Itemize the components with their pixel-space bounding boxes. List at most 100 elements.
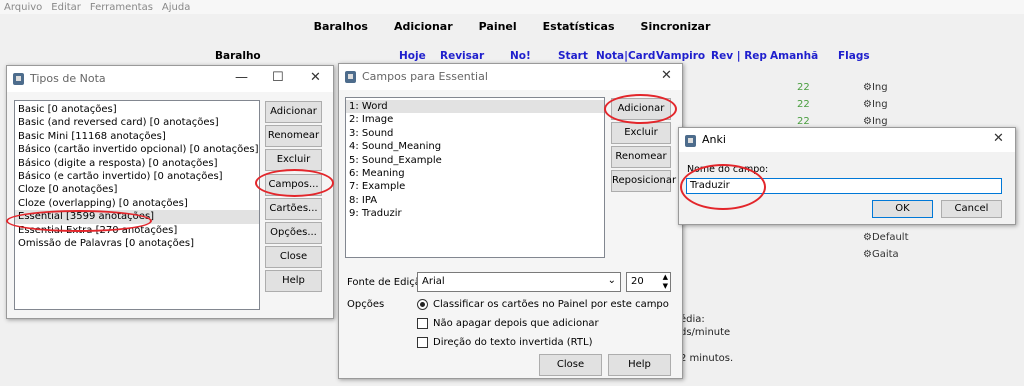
anki-titlebar: Anki ✕ [679,128,1015,152]
anki-icon [13,73,24,85]
list-item[interactable]: Essential Extra [270 anotações] [15,224,259,237]
rename-note-type-button[interactable]: Renomear [265,125,322,147]
cancel-button[interactable]: Cancel [941,200,1002,218]
note-types-window: Tipos de Nota — ☐ ✕ Basic [0 anotações] … [6,65,334,319]
cards-button[interactable]: Cartões... [265,198,322,220]
deck-flag[interactable]: ⚙Ing [863,116,888,127]
gear-icon: ⚙ [863,249,872,260]
list-item[interactable]: Básico (digite a resposta) [0 anotações] [15,157,259,170]
fields-button[interactable]: Campos... [265,174,322,196]
fields-list[interactable]: 1: Word 2: Image 3: Sound 4: Sound_Meani… [345,97,605,258]
note-types-list[interactable]: Basic [0 anotações] Basic (and reversed … [14,100,260,310]
field-name-value: Traduzir [690,180,730,191]
ok-button[interactable]: OK [872,200,933,218]
list-item[interactable]: Básico (cartão invertido opcional) [0 an… [15,143,259,156]
list-item[interactable]: Cloze (overlapping) [0 anotações] [15,197,259,210]
rename-field-button[interactable]: Renomear [611,146,671,168]
add-note-type-button[interactable]: Adicionar [265,101,322,123]
deck-tomorrow-value: 22 [797,82,810,93]
chevron-down-icon: ⌄ [607,275,616,286]
stats-text: ds/minute [680,327,731,338]
gear-icon: ⚙ [863,99,872,110]
close-icon[interactable]: ✕ [661,68,672,83]
deck-header-flags: Flags [838,50,870,62]
deck-header-tomorrow: Amanhã [770,50,819,62]
anki-icon [345,71,356,83]
list-item[interactable]: 4: Sound_Meaning [346,140,604,153]
fields-title: Campos para Essential [362,70,488,83]
list-item[interactable]: 3: Sound [346,127,604,140]
close-button[interactable]: Close [539,354,602,376]
maximize-icon[interactable]: ☐ [272,70,284,85]
list-item[interactable]: 5: Sound_Example [346,154,604,167]
deck-header-review: Revisar [440,50,485,62]
font-size-value: 20 [631,276,644,287]
menu-bar: Arquivo Editar Ferramentas Ajuda [0,0,1024,14]
list-item[interactable]: Básico (e cartão invertido) [0 anotações… [15,170,259,183]
add-field-button[interactable]: Adicionar [611,98,671,120]
field-name-input[interactable]: Traduzir [686,178,1002,194]
deck-flag[interactable]: ⚙Default [863,232,909,243]
menu-ferramentas[interactable]: Ferramentas [86,1,158,14]
font-label: Fonte de Edição [347,277,427,288]
font-size-stepper[interactable]: 20 ▲ ▼ [626,272,671,292]
deck-header-leech: Vampiro [656,50,706,62]
font-select[interactable]: Arial ⌄ [417,272,621,292]
help-button[interactable]: Help [608,354,671,376]
spin-arrows-icon[interactable]: ▲ ▼ [663,273,668,291]
reposition-field-button[interactable]: Reposicionar [611,170,676,192]
stats-text: édia: [680,314,705,325]
stats-text: 2 minutos. [680,353,734,364]
toolbar-sync[interactable]: Sincronizar [641,20,711,33]
rtl-checkbox[interactable] [417,337,428,348]
deck-flag[interactable]: ⚙Ing [863,99,888,110]
fields-titlebar: Campos para Essential ✕ [339,64,682,90]
toolbar-stats[interactable]: Estatísticas [543,20,615,33]
toolbar-decks[interactable]: Baralhos [314,20,368,33]
anki-dialog: Anki ✕ Nome do campo: Traduzir OK Cancel [678,127,1016,225]
list-item[interactable]: 8: IPA [346,194,604,207]
close-button[interactable]: Close [265,246,322,268]
remember-last-checkbox[interactable] [417,318,428,329]
toolbar-browse[interactable]: Painel [479,20,517,33]
gear-icon: ⚙ [863,116,872,127]
list-item[interactable]: 2: Image [346,113,604,126]
toolbar-add[interactable]: Adicionar [394,20,453,33]
sort-field-radio[interactable] [417,299,428,310]
options-label: Opções [347,299,385,310]
deck-flag[interactable]: ⚙Ing [863,82,888,93]
list-item[interactable]: Basic (and reversed card) [0 anotações] [15,116,259,129]
close-icon[interactable]: ✕ [993,131,1004,146]
anki-icon [685,135,696,147]
anki-title: Anki [702,133,726,146]
list-item-selected[interactable]: Essential [3599 anotações] [15,210,259,224]
remember-last-label: Não apagar depois que adicionar [433,318,599,329]
menu-arquivo[interactable]: Arquivo [0,1,47,14]
menu-ajuda[interactable]: Ajuda [158,1,195,14]
deck-header-deck: Baralho [215,50,261,62]
deck-header-note-card: Nota|Card [596,50,656,62]
rtl-label: Direção do texto invertida (RTL) [433,337,593,348]
font-select-value: Arial [422,276,445,287]
list-item[interactable]: Basic Mini [11168 anotações] [15,130,259,143]
note-types-titlebar: Tipos de Nota — ☐ ✕ [7,66,333,92]
help-button[interactable]: Help [265,270,322,292]
list-item[interactable]: 9: Traduzir [346,207,604,220]
gear-icon: ⚙ [863,82,872,93]
deck-tomorrow-value: 22 [797,116,810,127]
menu-editar[interactable]: Editar [47,1,86,14]
deck-flag[interactable]: ⚙Gaita [863,249,899,260]
options-button[interactable]: Opções... [265,222,322,244]
list-item[interactable]: 6: Meaning [346,167,604,180]
minimize-icon[interactable]: — [235,70,248,85]
close-icon[interactable]: ✕ [310,70,321,85]
list-item[interactable]: 7: Example [346,180,604,193]
note-types-title: Tipos de Nota [30,72,106,85]
list-item[interactable]: Cloze [0 anotações] [15,183,259,196]
list-item[interactable]: Omissão de Palavras [0 anotações] [15,237,259,250]
deck-header-today: Hoje [399,50,426,62]
delete-field-button[interactable]: Excluir [611,122,671,144]
list-item-selected[interactable]: 1: Word [346,100,604,114]
list-item[interactable]: Basic [0 anotações] [15,103,259,116]
delete-note-type-button[interactable]: Excluir [265,149,322,171]
